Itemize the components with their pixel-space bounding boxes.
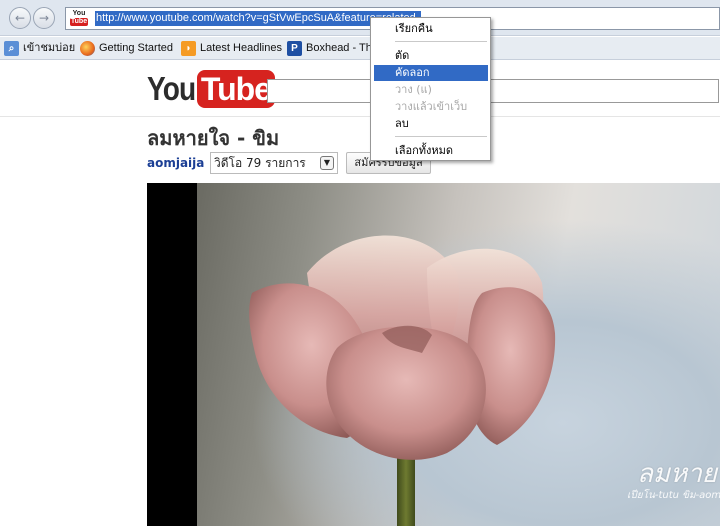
bookmark-label: เข้าชมบ่อย xyxy=(23,42,76,54)
video-frame: ลมหายใจ เปียโน-tutu ขิม-aom xyxy=(197,183,720,526)
video-player[interactable]: ลมหายใจ เปียโน-tutu ขิม-aom xyxy=(147,183,720,526)
magnifier-icon: ⌕ xyxy=(4,40,19,56)
bookmark-getting-started[interactable]: Getting Started xyxy=(80,40,173,57)
youtube-favicon-icon: You Tube xyxy=(70,10,88,27)
menu-item-select-all[interactable]: เลือกทั้งหมด xyxy=(374,143,488,159)
menu-item-paste-and-go[interactable]: วางแล้วเข้าเว็บ xyxy=(374,99,488,115)
youtube-logo[interactable]: You Tube xyxy=(147,70,275,108)
menu-separator xyxy=(395,136,487,137)
navigation-toolbar: ← → You Tube http://www.youtube.com/watc… xyxy=(0,0,720,36)
rss-icon: ◗ xyxy=(181,40,196,56)
menu-item-undo[interactable]: เรียกคืน xyxy=(374,21,488,37)
back-button[interactable]: ← xyxy=(9,7,31,29)
header-divider xyxy=(0,116,720,117)
forward-arrow-icon: → xyxy=(38,11,50,25)
channel-link[interactable]: aomjaija xyxy=(147,156,204,170)
context-menu: เรียกคืน ตัด คัดลอก วาง (แ) วางแล้วเข้าเ… xyxy=(370,17,491,161)
menu-item-cut[interactable]: ตัด xyxy=(374,48,488,64)
menu-item-paste[interactable]: วาง (แ) xyxy=(374,82,488,98)
boxhead-icon: P xyxy=(287,40,302,56)
menu-separator xyxy=(395,41,487,42)
logo-you-text: You xyxy=(147,70,196,107)
favicon-tube-text: Tube xyxy=(70,18,88,26)
search-input[interactable] xyxy=(267,79,719,103)
playlist-dropdown-label: วิดีโอ 79 รายการ xyxy=(214,156,306,170)
playlist-dropdown[interactable]: วิดีโอ 79 รายการ ▼ xyxy=(210,152,338,174)
video-watermark-subtitle: เปียโน-tutu ขิม-aom xyxy=(627,490,720,501)
logo-tube-text: Tube xyxy=(196,70,275,108)
chevron-down-icon: ▼ xyxy=(320,156,334,170)
bookmark-label: Boxhead - Th xyxy=(306,42,372,54)
bookmark-latest-headlines[interactable]: ◗ Latest Headlines xyxy=(181,40,282,57)
firefox-icon xyxy=(80,40,95,56)
favicon-you-text: You xyxy=(72,10,86,17)
menu-item-copy[interactable]: คัดลอก xyxy=(374,65,488,81)
forward-button[interactable]: → xyxy=(33,7,55,29)
bookmark-label: Latest Headlines xyxy=(200,42,282,54)
bookmark-label: Getting Started xyxy=(99,42,173,54)
bookmark-most-visited[interactable]: ⌕ เข้าชมบ่อย xyxy=(4,40,75,57)
bookmarks-toolbar: ⌕ เข้าชมบ่อย Getting Started ◗ Latest Head… xyxy=(0,37,720,60)
bookmark-boxhead[interactable]: P Boxhead - Th xyxy=(287,40,372,57)
video-title: ลมหายใจ - ขิม xyxy=(147,126,280,150)
menu-item-delete[interactable]: ลบ xyxy=(374,116,488,132)
back-arrow-icon: ← xyxy=(14,11,26,25)
